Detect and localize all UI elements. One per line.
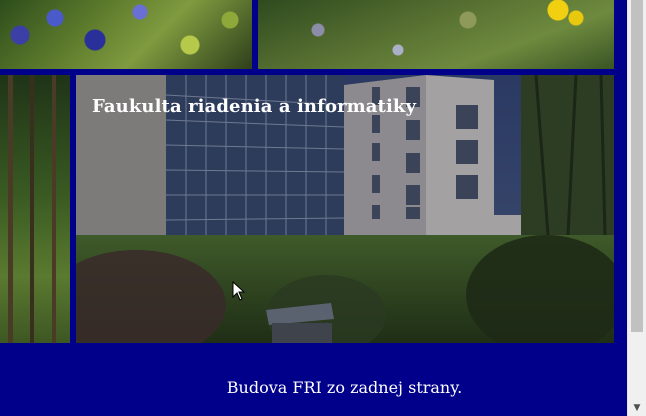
- scrollbar-thumb[interactable]: [631, 0, 643, 332]
- gallery-photo-yellow-flowers[interactable]: [258, 0, 614, 69]
- mouse-cursor-icon: [232, 281, 246, 301]
- page-viewport: Faukulta riadenia a informatiky Budova F…: [0, 0, 627, 416]
- image-caption: Budova FRI zo zadnej strany.: [226, 378, 463, 397]
- hero-title: Faukulta riadenia a informatiky: [92, 96, 417, 117]
- gallery-photo-forest[interactable]: [0, 75, 70, 343]
- vertical-scrollbar[interactable]: ▼: [627, 0, 646, 416]
- gallery-photo-blue-flowers[interactable]: [0, 0, 252, 69]
- scroll-down-arrow-icon[interactable]: ▼: [628, 399, 646, 416]
